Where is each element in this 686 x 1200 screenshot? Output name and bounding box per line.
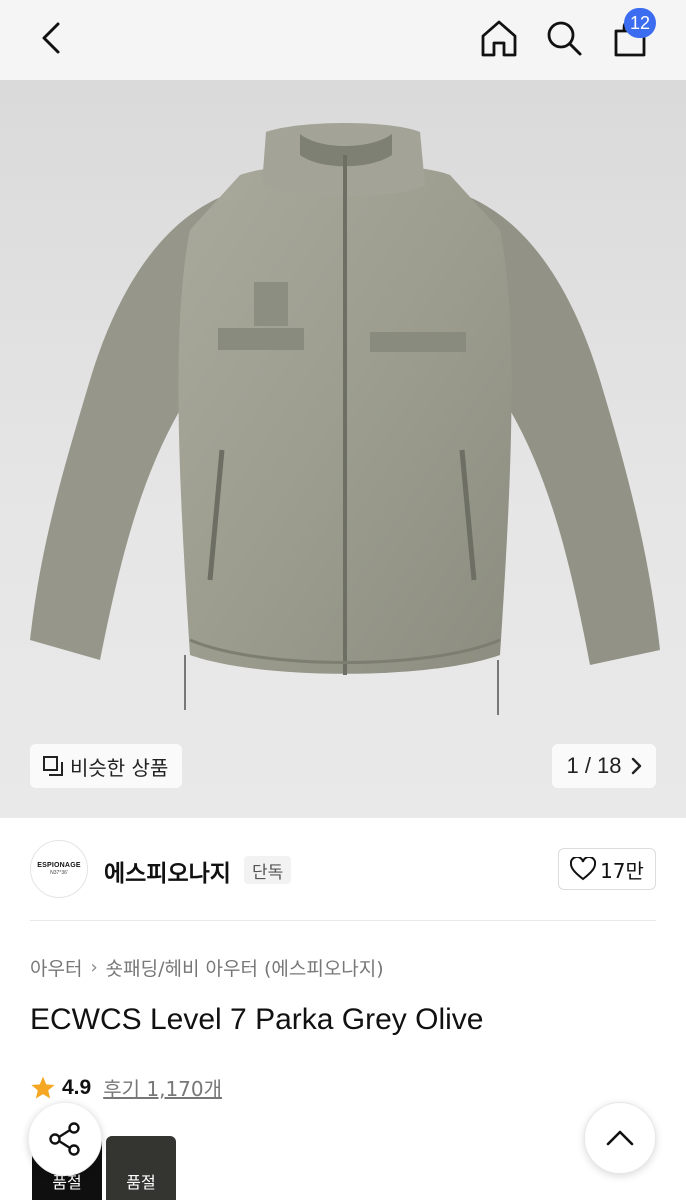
breadcrumb-item[interactable]: 아우터 — [30, 954, 82, 981]
scroll-to-top-button[interactable] — [584, 1102, 656, 1174]
page-counter-text: 1 / 18 — [566, 753, 622, 778]
chevron-left-icon — [42, 22, 60, 54]
breadcrumb-item[interactable]: 숏패딩/헤비 아우터 (에스피오나지) — [106, 954, 384, 981]
home-icon — [481, 20, 517, 57]
cart-button[interactable]: 12 — [602, 8, 658, 66]
product-title: ECWCS Level 7 Parka Grey Olive — [30, 1003, 484, 1036]
brand-logo-subtext: N37°36' — [50, 870, 68, 876]
soldout-label: 품절 — [106, 1136, 176, 1200]
rating-value: 4.9 — [62, 1075, 92, 1099]
like-count: 17만 — [600, 858, 644, 883]
divider — [30, 920, 656, 921]
reviews-link[interactable]: 후기 1,170개 — [103, 1073, 222, 1102]
search-button[interactable] — [536, 10, 592, 66]
brand-row: ESPIONAGE N37°36' 에스피오나지 단독 17만 — [0, 818, 686, 922]
breadcrumb-separator-icon: › — [90, 957, 98, 978]
star-icon — [31, 1076, 55, 1099]
chevron-up-icon — [606, 1130, 634, 1146]
product-image-gallery[interactable]: 비슷한 상품 1 / 18 — [0, 80, 686, 818]
image-page-counter[interactable]: 1 / 18 — [552, 744, 656, 788]
like-button[interactable]: 17만 — [558, 848, 656, 890]
rating-row: 4.9 후기 1,170개 — [30, 1073, 222, 1102]
brand-name-link[interactable]: 에스피오나지 — [104, 854, 231, 888]
top-nav-bar: 12 — [0, 0, 686, 80]
color-option-thumbnail[interactable]: 품절 — [106, 1136, 176, 1200]
home-button[interactable] — [471, 10, 527, 66]
copy-icon — [43, 756, 63, 776]
back-button[interactable] — [24, 10, 80, 66]
search-icon — [547, 21, 582, 56]
heart-icon — [570, 857, 597, 881]
similar-products-button[interactable]: 비슷한 상품 — [30, 744, 183, 788]
product-image — [30, 123, 660, 715]
brand-logo-text: ESPIONAGE — [37, 862, 81, 869]
exclusive-badge: 단독 — [244, 856, 292, 884]
similar-products-label: 비슷한 상품 — [70, 755, 169, 780]
brand-logo[interactable]: ESPIONAGE N37°36' — [30, 840, 88, 898]
share-button[interactable] — [28, 1102, 102, 1176]
share-icon — [49, 1122, 80, 1156]
cart-count-badge: 12 — [623, 8, 656, 38]
category-breadcrumb: 아우터 › 숏패딩/헤비 아우터 (에스피오나지) — [30, 954, 384, 981]
chevron-right-icon — [631, 757, 641, 775]
